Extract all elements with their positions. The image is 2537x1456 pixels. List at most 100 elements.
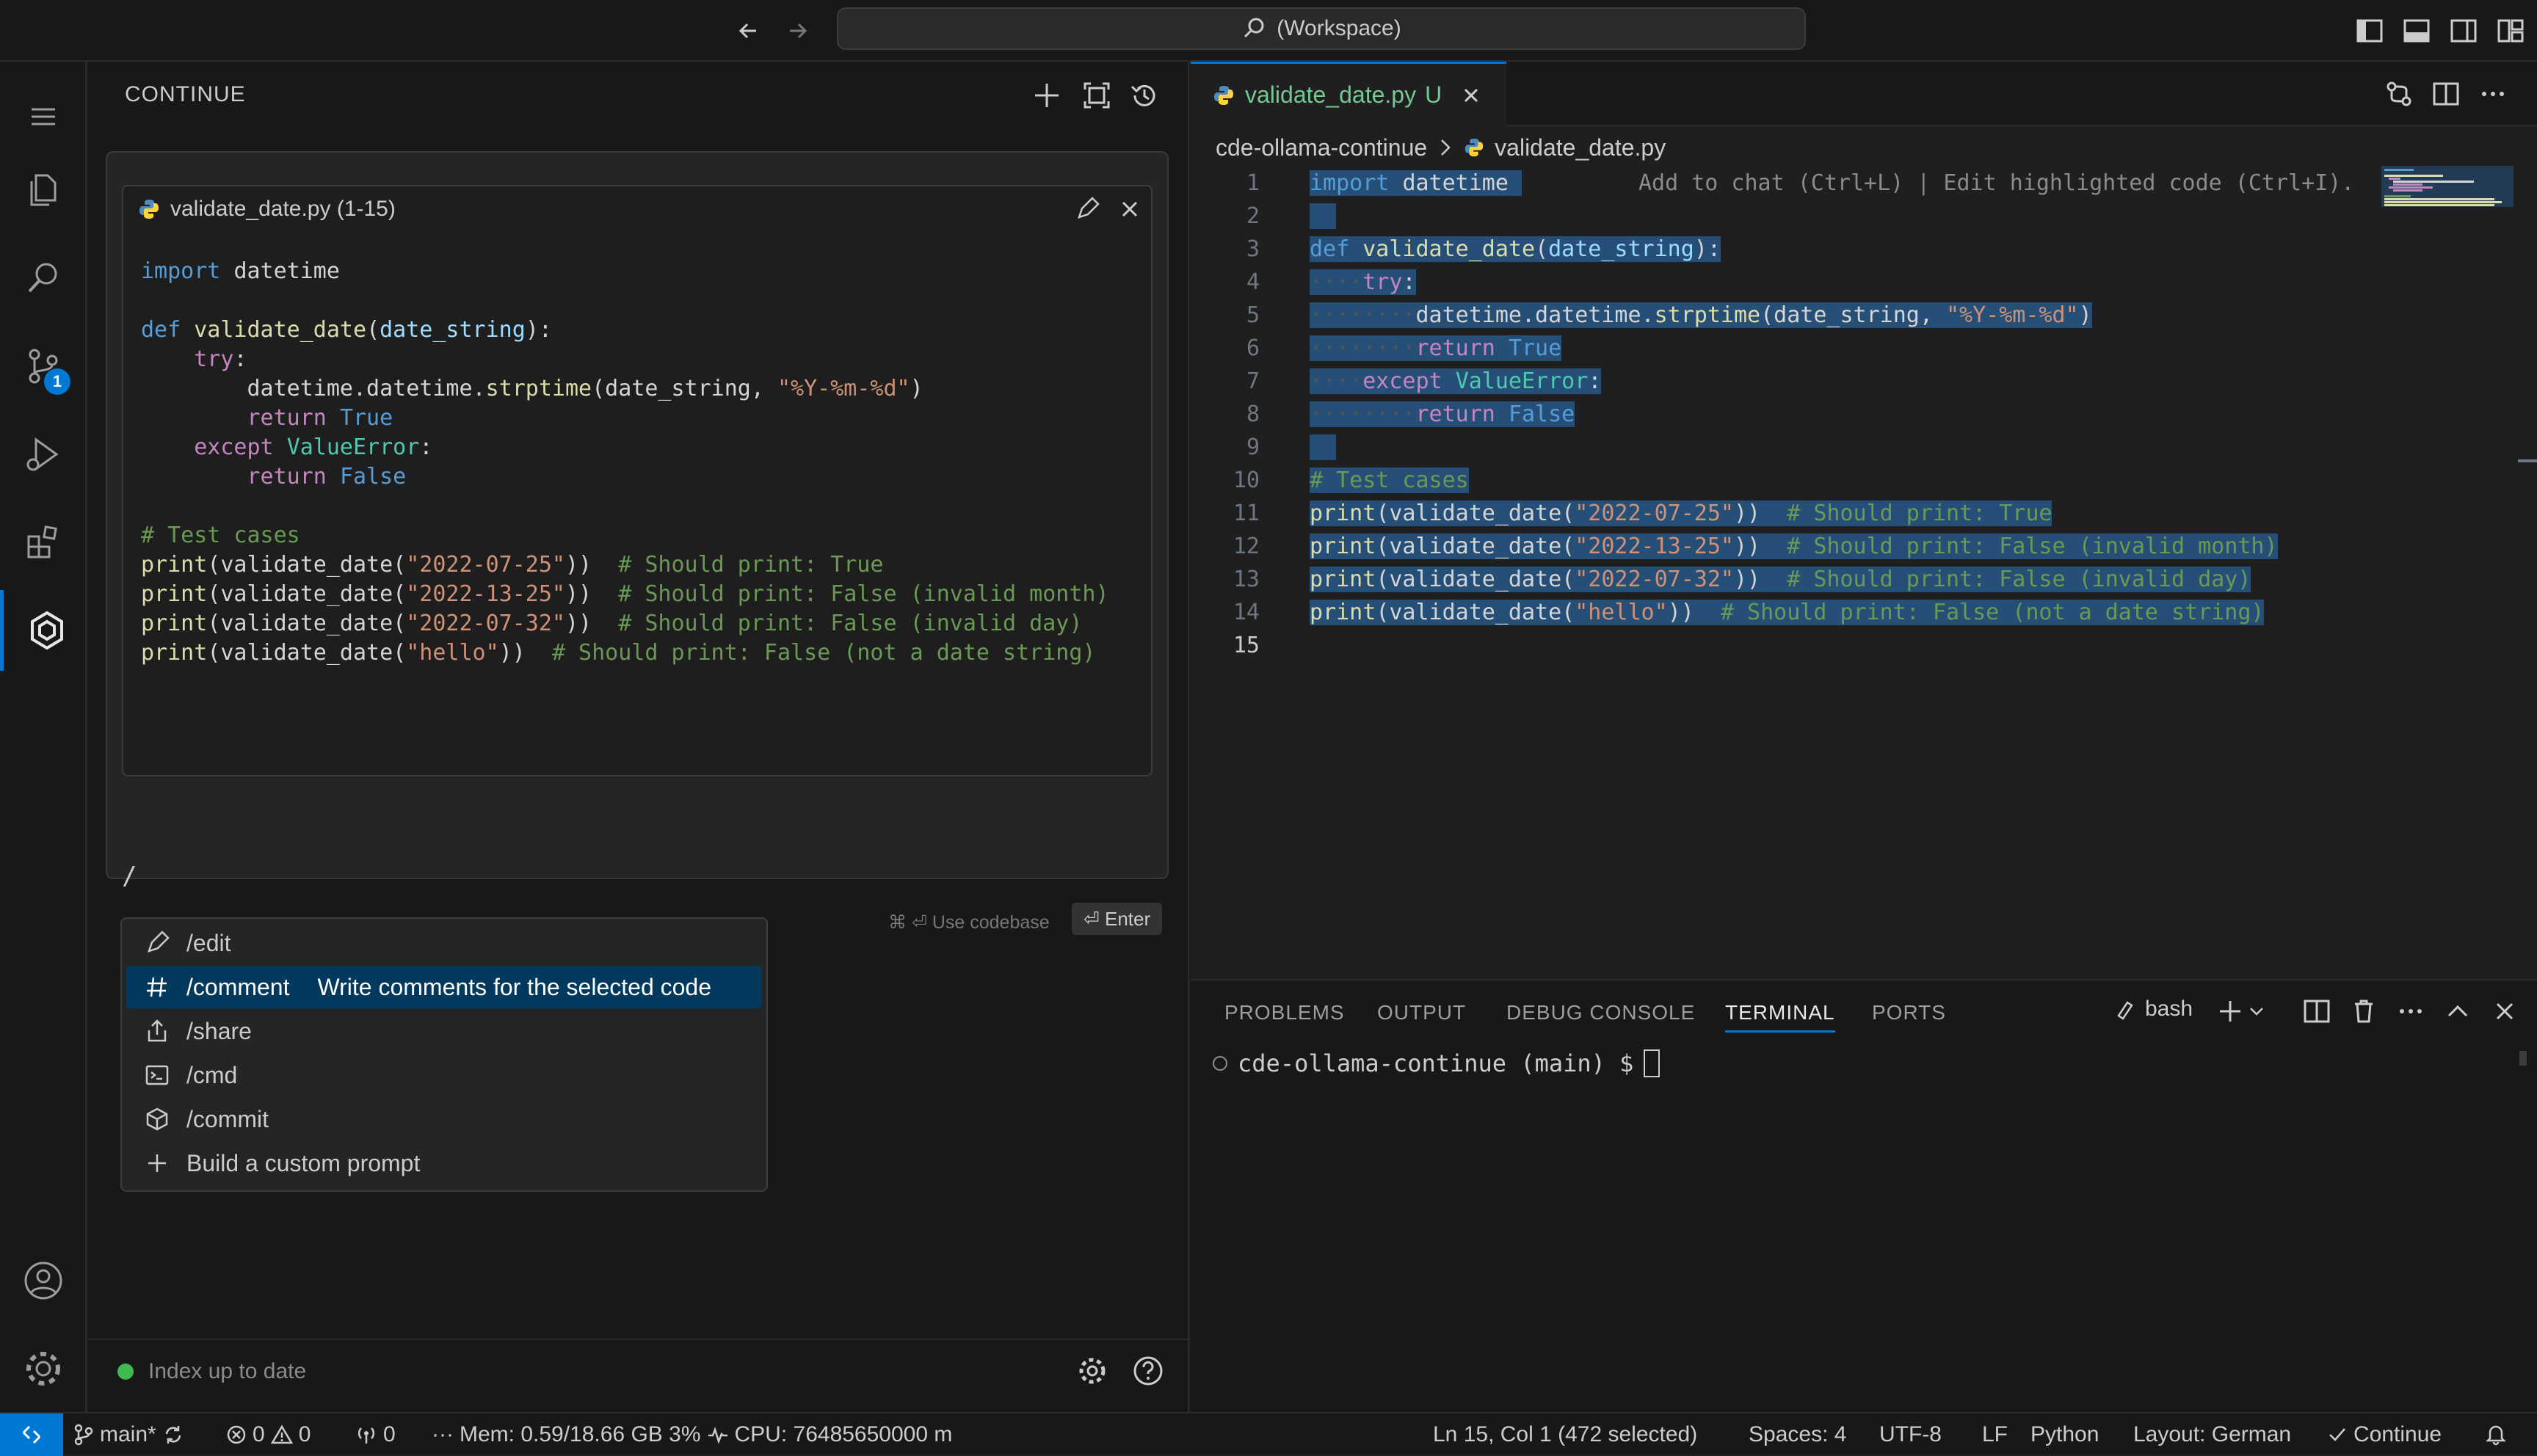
slash-comment-item[interactable]: /comment Write comments for the selected… (126, 966, 762, 1008)
code-line: print(validate_date("hello")) # Should p… (141, 640, 1096, 666)
cube-icon (137, 1107, 178, 1132)
editor-code-line[interactable]: # Test cases (1310, 464, 1469, 497)
slash-share-item[interactable]: /share (126, 1010, 762, 1052)
continue-status[interactable]: Continue (2327, 1422, 2442, 1447)
new-terminal-plus-icon[interactable] (2215, 997, 2245, 1026)
breadcrumb-file[interactable]: validate_date.py (1495, 134, 1666, 161)
chat-input-text[interactable]: / (122, 862, 137, 891)
line-number: 12 (1233, 534, 1260, 559)
slash-cmd-item[interactable]: /cmd (126, 1054, 762, 1096)
code-context-filename: validate_date.py (1-15) (170, 197, 396, 221)
sync-icon[interactable] (162, 1424, 184, 1446)
language-mode[interactable]: Python (2030, 1422, 2099, 1447)
command-center-search[interactable]: (Workspace) (837, 7, 1806, 50)
terminal-shell-selector[interactable]: bash (2114, 997, 2193, 1022)
chat-input-box[interactable]: validate_date.py (1-15) import datetime … (106, 151, 1169, 879)
build-custom-prompt-item[interactable]: Build a custom prompt (126, 1142, 762, 1184)
terminal-output[interactable]: cde-ollama-continue (main) $ (1213, 1049, 1661, 1077)
editor-code-line[interactable]: ········return False (1310, 398, 1575, 431)
more-actions-icon[interactable] (2396, 997, 2425, 1026)
forward-arrow-icon[interactable] (783, 16, 812, 46)
code-line: import datetime (141, 258, 340, 284)
new-session-plus-icon[interactable] (1029, 78, 1064, 113)
toggle-primary-sidebar-icon[interactable] (2355, 16, 2384, 46)
tab-ports[interactable]: PORTS (1872, 1001, 1946, 1024)
keyboard-layout[interactable]: Layout: German (2133, 1422, 2291, 1447)
breadcrumb-folder[interactable]: cde-ollama-continue (1216, 134, 1427, 161)
editor-code-line[interactable]: def validate_date(date_string): (1310, 233, 1721, 266)
editor-code-line[interactable]: import datetime (1310, 167, 1522, 200)
split-terminal-icon[interactable] (2302, 997, 2331, 1026)
tab-debug-console[interactable]: DEBUG CONSOLE (1506, 1001, 1695, 1024)
code-line: print(validate_date("2022-13-25")) # Sho… (141, 581, 1109, 607)
remote-indicator[interactable] (0, 1413, 63, 1456)
back-arrow-icon[interactable] (734, 16, 763, 46)
tab-problems[interactable]: PROBLEMS (1224, 1001, 1345, 1024)
encoding-status[interactable]: UTF-8 (1879, 1422, 1942, 1447)
ports-status[interactable]: 0 (355, 1422, 396, 1447)
remote-icon (19, 1422, 44, 1447)
eol-status[interactable]: LF (1982, 1422, 2008, 1447)
source-control-icon[interactable]: 1 (0, 326, 87, 407)
editor-code-line[interactable]: ····except ValueError: (1310, 365, 1602, 398)
editor-code-line[interactable]: ········datetime.datetime.strptime(date_… (1310, 299, 2092, 332)
split-editor-icon[interactable] (2431, 79, 2461, 109)
editor-code-line[interactable] (1310, 431, 1337, 464)
edit-pencil-icon[interactable] (1075, 197, 1100, 222)
cursor-position[interactable]: Ln 15, Col 1 (472 selected) (1433, 1422, 1697, 1447)
editor-code-line[interactable]: print(validate_date("2022-07-25")) # Sho… (1310, 497, 2053, 530)
enter-button[interactable]: ⏎ Enter (1072, 903, 1163, 935)
close-panel-icon[interactable] (2490, 997, 2519, 1026)
editor-code-line[interactable]: print(validate_date("2022-07-32")) # Sho… (1310, 563, 2251, 596)
editor-code-line[interactable]: print(validate_date("2022-13-25")) # Sho… (1310, 530, 2278, 563)
shell-name: bash (2145, 997, 2193, 1021)
line-number-current: 15 (1233, 633, 1260, 658)
close-tab-icon[interactable] (1461, 85, 1481, 106)
continue-icon[interactable] (0, 590, 90, 671)
run-debug-icon[interactable] (0, 414, 87, 495)
index-status-dot (117, 1364, 134, 1380)
history-icon[interactable] (1126, 78, 1161, 113)
branch-status[interactable]: main* (73, 1422, 184, 1447)
plus-icon (137, 1151, 178, 1176)
source-control-badge: 1 (44, 368, 70, 395)
problems-status[interactable]: 0 0 (226, 1422, 311, 1447)
trash-icon[interactable] (2349, 997, 2378, 1026)
title-bar: (Workspace) (0, 0, 2537, 62)
chevron-down-icon[interactable] (2248, 1002, 2265, 1020)
manage-gear-icon[interactable] (0, 1328, 87, 1409)
slash-commit-item[interactable]: /commit (126, 1098, 762, 1140)
extensions-icon[interactable] (0, 502, 87, 583)
settings-gear-icon[interactable] (1076, 1355, 1108, 1387)
toggle-secondary-sidebar-icon[interactable] (2449, 16, 2478, 46)
resource-monitor-status[interactable]: ··· Mem: 0.59/18.66 GB 3% CPU: 764856500… (432, 1422, 952, 1447)
editor-tab-validate-date[interactable]: validate_date.py U (1191, 62, 1506, 126)
tab-output[interactable]: OUTPUT (1377, 1001, 1466, 1024)
editor-code-line[interactable]: ········return True (1310, 332, 1562, 365)
account-icon[interactable] (0, 1240, 87, 1321)
editor-code-line[interactable]: print(validate_date("hello")) # Should p… (1310, 596, 2265, 629)
more-actions-icon[interactable] (2478, 79, 2508, 109)
customize-layout-icon[interactable] (2496, 16, 2525, 46)
slash-edit-item[interactable]: /edit (126, 922, 762, 964)
editor-code-line[interactable]: ····try: (1310, 266, 1416, 299)
code-line: except ValueError: (194, 434, 433, 460)
notifications-bell-icon[interactable] (2484, 1422, 2508, 1446)
explorer-icon[interactable] (0, 150, 87, 230)
close-icon[interactable] (1117, 197, 1142, 222)
python-file-icon (1213, 84, 1235, 106)
status-bar: main* 0 0 0 ··· Mem: 0.59/18.66 GB 3% CP… (0, 1412, 2537, 1456)
open-changes-icon[interactable] (2384, 79, 2414, 109)
warning-icon (270, 1424, 293, 1445)
maximize-panel-icon[interactable] (2443, 997, 2472, 1026)
tab-terminal[interactable]: TERMINAL (1725, 1001, 1835, 1033)
editor-code-line[interactable] (1310, 200, 1337, 233)
toggle-panel-icon[interactable] (2402, 16, 2431, 46)
search-icon[interactable] (0, 238, 87, 318)
fullscreen-icon[interactable] (1079, 78, 1114, 113)
terminal-scrollbar[interactable] (2519, 1051, 2527, 1066)
minimap[interactable] (2381, 166, 2514, 207)
help-icon[interactable] (1132, 1355, 1164, 1387)
indentation-status[interactable]: Spaces: 4 (1749, 1422, 1846, 1447)
menu-icon[interactable] (0, 76, 87, 157)
